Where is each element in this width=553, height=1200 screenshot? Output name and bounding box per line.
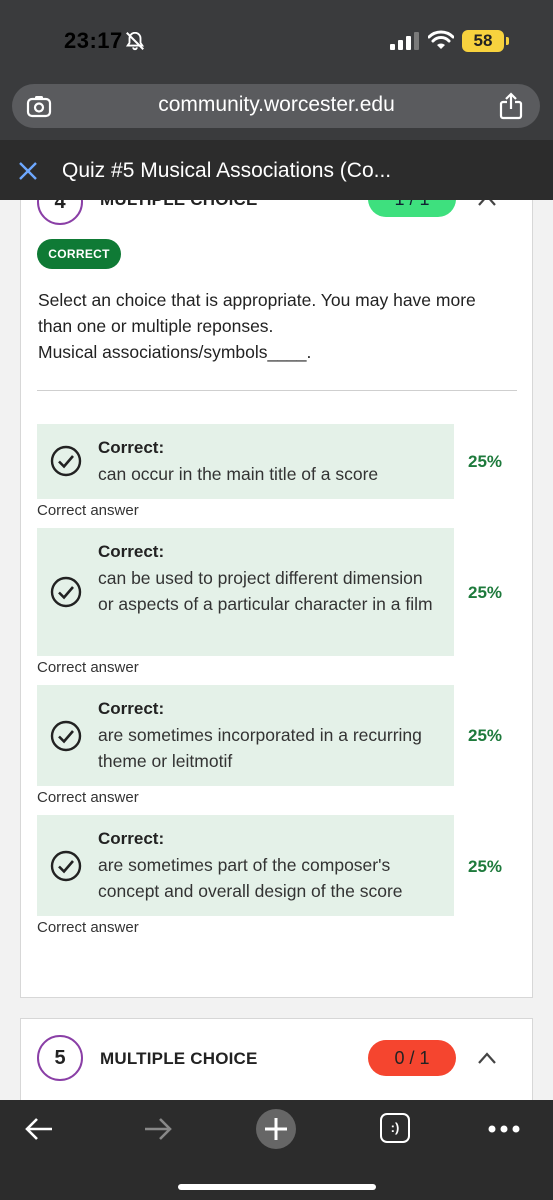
bell-muted-icon: [125, 31, 145, 51]
answer-option-3: Correct: are sometimes incorporated in a…: [37, 685, 454, 786]
answer-text: can occur in the main title of a score: [98, 464, 379, 484]
prompt-line-3: Musical associations/symbols____.: [38, 342, 312, 362]
answer-option-4: Correct: are sometimes part of the compo…: [37, 815, 454, 916]
question-card-5: 5 MULTIPLE CHOICE 0 / 1: [20, 1018, 533, 1100]
question-number: 5: [37, 1035, 83, 1081]
answer-caption: Correct answer: [37, 789, 139, 806]
status-time: 23:17: [64, 28, 123, 53]
answer-percent: 25%: [468, 726, 503, 745]
answer-heading: Correct:: [98, 438, 165, 457]
question-prompt: Select an choice that is appropriate. Yo…: [38, 287, 518, 365]
check-circle-icon: [50, 850, 82, 882]
chevron-up-icon[interactable]: [477, 1052, 497, 1064]
chevron-up-icon[interactable]: [477, 200, 497, 206]
answer-heading: Correct:: [98, 699, 165, 718]
answer-percent: 25%: [468, 452, 503, 471]
answer-heading: Correct:: [98, 829, 165, 848]
answer-text: are sometimes part of the composer's con…: [98, 855, 403, 901]
divider: [37, 390, 517, 391]
prompt-line-1: Select an choice that is appropriate. Yo…: [38, 290, 476, 310]
answer-text: are sometimes incorporated in a recurrin…: [98, 725, 422, 771]
question-number: 4: [37, 200, 83, 225]
answer-percent: 25%: [468, 857, 503, 876]
battery-indicator: 58: [462, 30, 504, 52]
home-indicator: [178, 1184, 376, 1190]
battery-nub: [506, 37, 509, 45]
answer-heading: Correct:: [98, 542, 165, 561]
question-card-4: 4 MULTIPLE CHOICE 1 / 1 CORRECT Select a…: [20, 200, 533, 998]
question-type: MULTIPLE CHOICE: [100, 200, 258, 210]
check-circle-icon: [50, 576, 82, 608]
new-tab-icon[interactable]: [255, 1108, 297, 1150]
quiz-title: Quiz #5 Musical Associations (Co...: [62, 159, 392, 182]
wifi-icon: [428, 30, 454, 49]
quiz-content[interactable]: 4 MULTIPLE CHOICE 1 / 1 CORRECT Select a…: [0, 200, 553, 1100]
back-arrow-icon[interactable]: [24, 1116, 54, 1142]
score-pill: 0 / 1: [368, 1040, 456, 1076]
forward-arrow-icon[interactable]: [143, 1116, 173, 1142]
answer-caption: Correct answer: [37, 502, 139, 519]
url-text[interactable]: community.worcester.edu: [0, 93, 553, 117]
more-options-icon[interactable]: [488, 1124, 520, 1134]
answer-option-1: Correct: can occur in the main title of …: [37, 424, 454, 499]
answer-caption: Correct answer: [37, 919, 139, 936]
check-circle-icon: [50, 445, 82, 477]
tabs-button[interactable]: :): [380, 1113, 410, 1143]
share-icon[interactable]: [498, 92, 524, 120]
prompt-line-2: than one or multiple reponses.: [38, 316, 274, 336]
score-pill: 1 / 1: [368, 200, 456, 217]
answer-percent: 25%: [468, 583, 503, 602]
answer-text: can be used to project different dimensi…: [98, 568, 433, 614]
answer-option-2: Correct: can be used to project differen…: [37, 528, 454, 656]
check-circle-icon: [50, 720, 82, 752]
cellular-signal-icon: [390, 32, 419, 50]
close-icon[interactable]: [18, 161, 38, 181]
question-type: MULTIPLE CHOICE: [100, 1049, 258, 1068]
correct-badge: CORRECT: [37, 239, 121, 269]
answer-caption: Correct answer: [37, 659, 139, 676]
